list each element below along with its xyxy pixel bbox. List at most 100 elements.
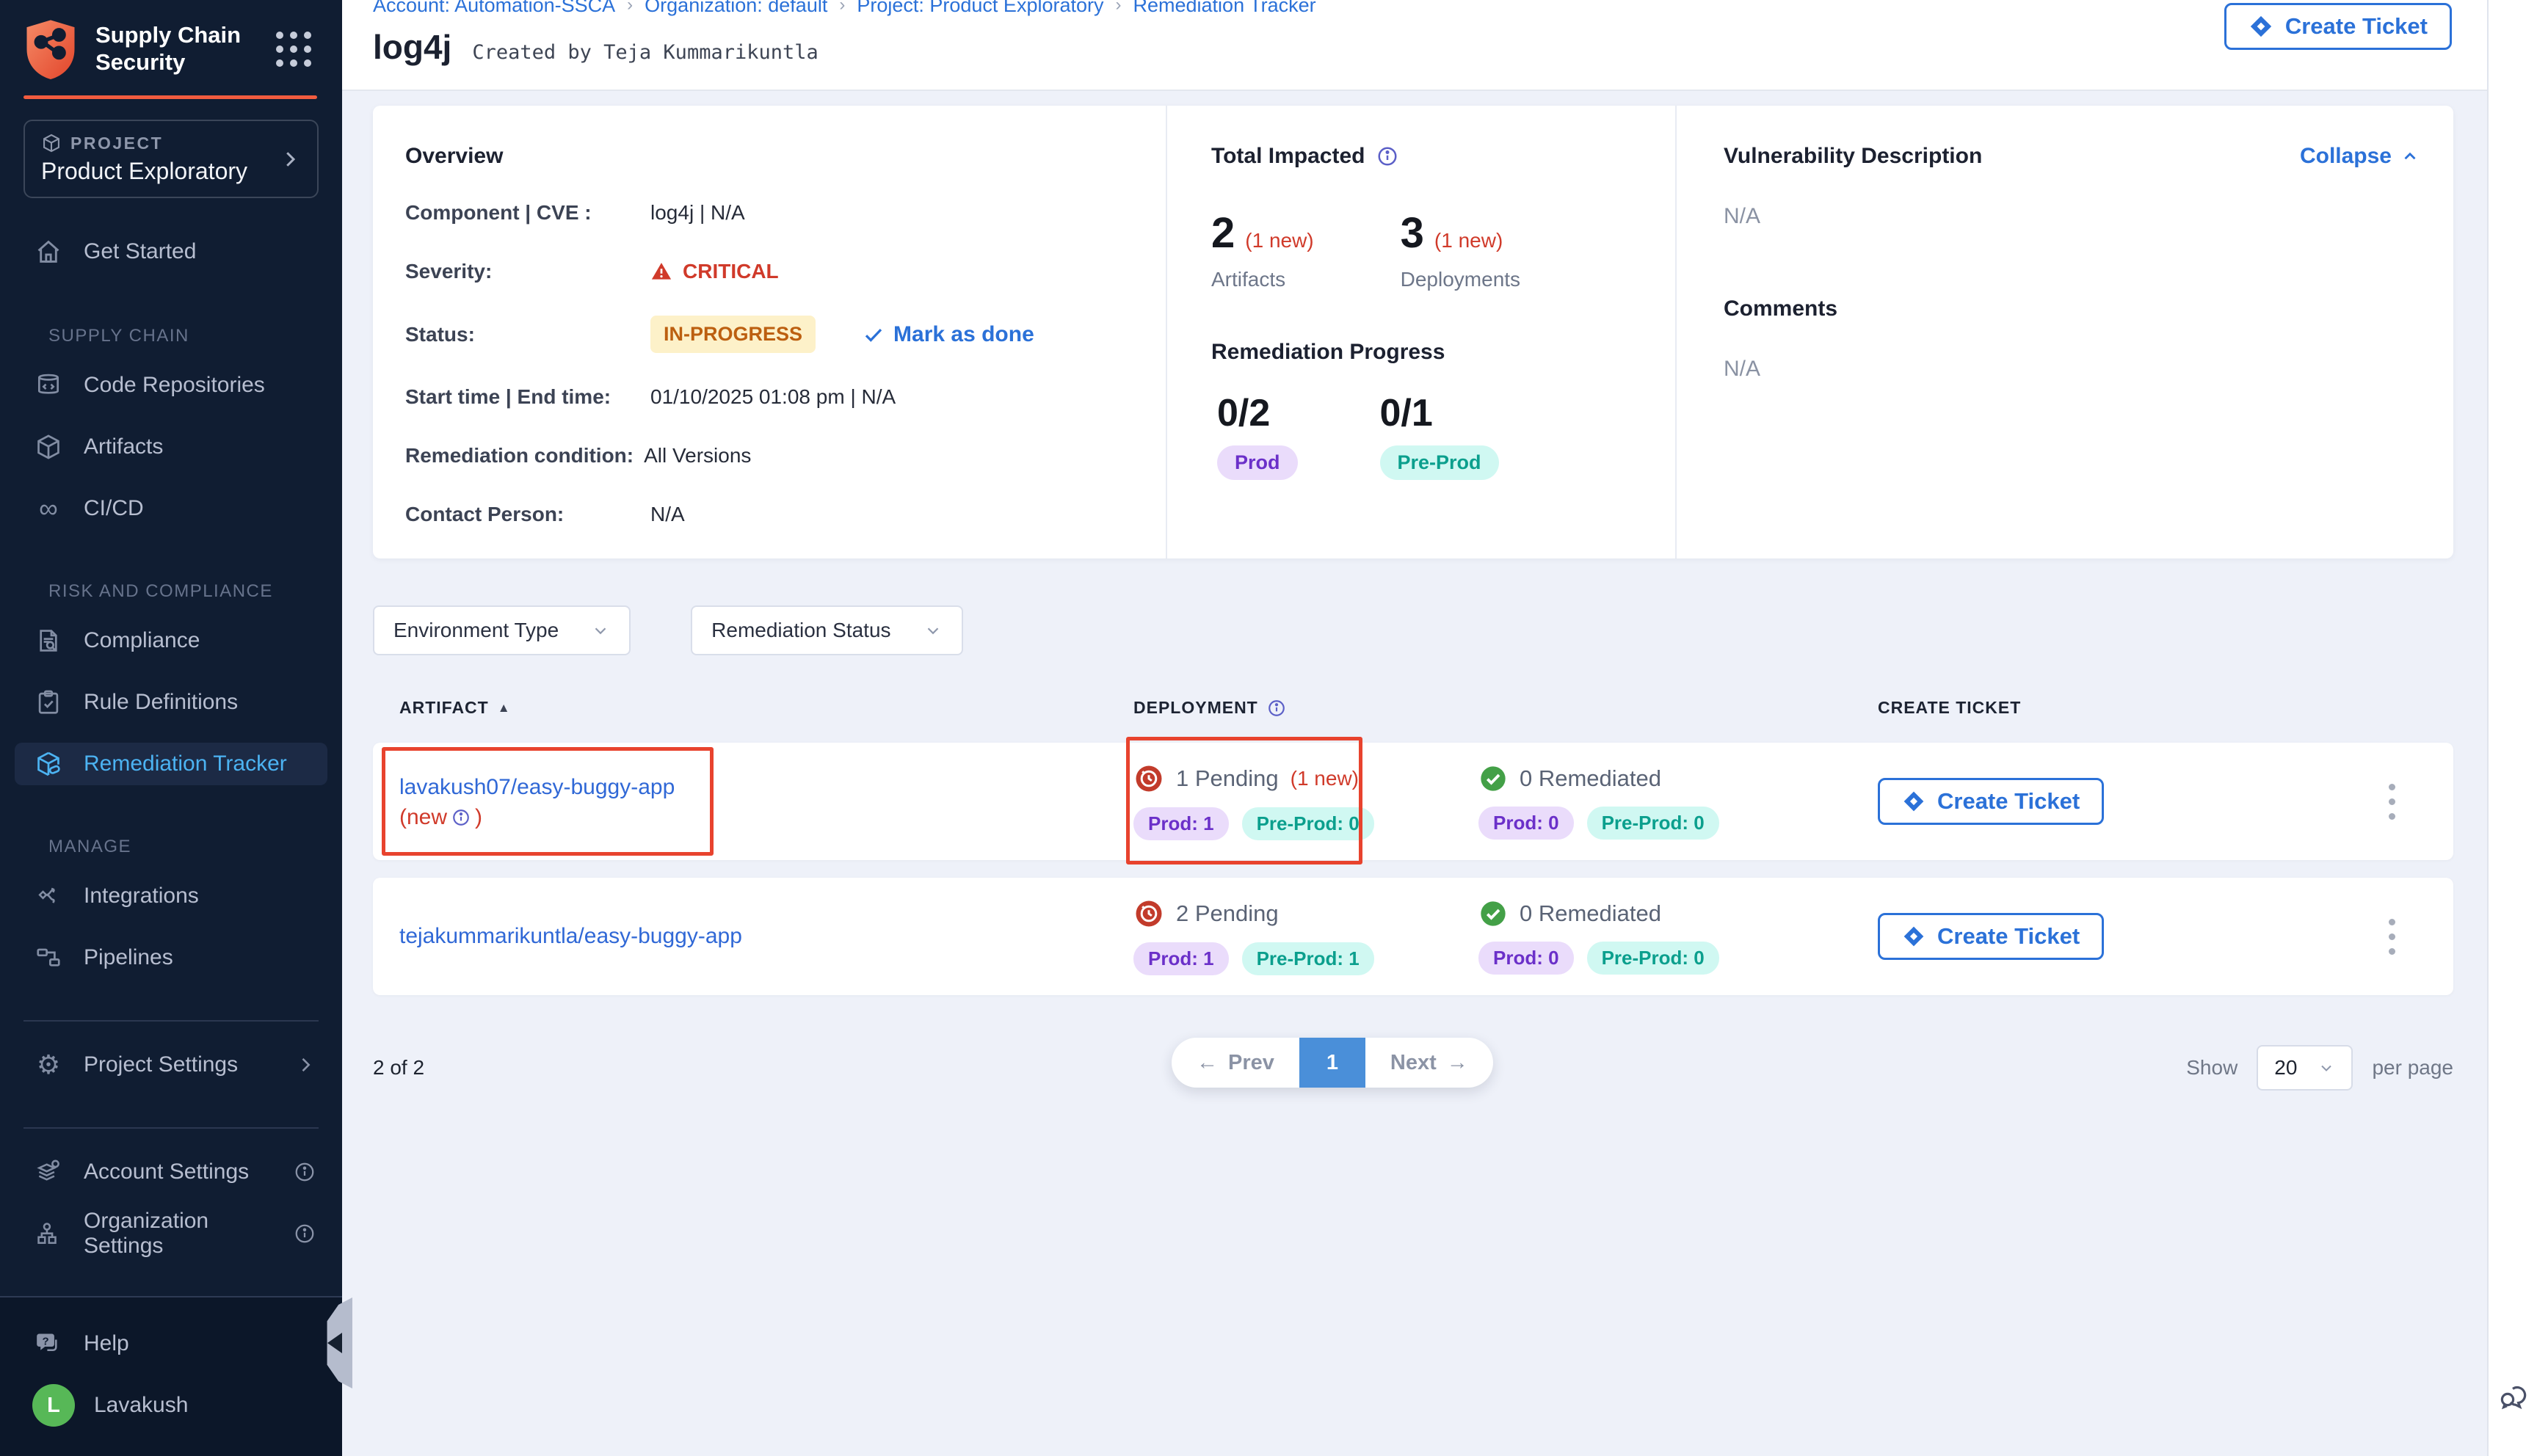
info-icon[interactable] — [451, 808, 471, 827]
impacted-deployments-stat: 3 (1 new) Deployments — [1401, 208, 1520, 291]
app-switcher-grid-icon[interactable] — [276, 32, 311, 67]
severity-label: Severity: — [405, 260, 650, 283]
project-cube-icon — [41, 133, 62, 153]
sidebar-item-get-started[interactable]: Get Started — [15, 230, 327, 273]
pending-count: 1 Pending — [1176, 765, 1279, 792]
vulnerability-description-heading: Vulnerability Description — [1724, 144, 1982, 169]
pager: ← Prev 1 Next → — [1172, 1038, 1493, 1088]
home-icon — [32, 238, 65, 266]
vulnerability-description-value: N/A — [1724, 204, 2420, 229]
create-ticket-button[interactable]: Create Ticket — [1878, 913, 2104, 960]
row-menu-kebab-icon[interactable] — [2389, 784, 2395, 820]
org-hierarchy-gear-icon — [32, 1220, 65, 1248]
sidebar-item-compliance[interactable]: Compliance — [15, 619, 327, 662]
arrow-left-icon: ← — [1197, 1051, 1218, 1075]
project-selector[interactable]: PROJECT Product Exploratory — [23, 120, 319, 198]
create-ticket-label: Create Ticket — [2285, 13, 2428, 40]
pending-new-count: (1 new) — [1291, 767, 1359, 790]
comments-heading: Comments — [1724, 296, 2420, 321]
sidebar-item-integrations[interactable]: Integrations — [15, 875, 327, 917]
prev-page-button[interactable]: ← Prev — [1172, 1038, 1299, 1088]
breadcrumb: Account: Automation-SSCA › Organization:… — [373, 0, 2458, 17]
sidebar-item-pipelines[interactable]: Pipelines — [15, 936, 327, 979]
next-page-button[interactable]: Next → — [1365, 1038, 1493, 1088]
artifact-link[interactable]: tejakummarikuntla/easy-buggy-app — [399, 922, 1133, 952]
sidebar-item-rule-definitions[interactable]: Rule Definitions — [15, 681, 327, 724]
remediated-check-icon — [1478, 899, 1508, 928]
prod-count-badge: Prod: 1 — [1133, 807, 1229, 840]
collapse-link[interactable]: Collapse — [2300, 144, 2420, 169]
breadcrumb-account[interactable]: Account: Automation-SSCA — [373, 0, 615, 17]
overview-heading: Overview — [405, 144, 1136, 169]
sidebar-item-cicd[interactable]: ∞ CI/CD — [15, 487, 327, 530]
right-rail — [2487, 0, 2537, 1456]
clipboard-check-icon — [32, 688, 65, 716]
sidebar-item-artifacts[interactable]: Artifacts — [15, 426, 327, 468]
sidebar-item-label: Rule Definitions — [84, 690, 238, 715]
create-ticket-label: Create Ticket — [1937, 788, 2080, 815]
sidebar-item-label: Integrations — [84, 884, 199, 909]
preprod-count-badge: Pre-Prod: 1 — [1242, 942, 1374, 975]
sidebar-item-account-settings[interactable]: Account Settings — [15, 1151, 327, 1193]
breadcrumb-organization[interactable]: Organization: default — [645, 0, 827, 17]
sidebar-item-label: Code Repositories — [84, 373, 265, 398]
create-ticket-button[interactable]: Create Ticket — [2224, 3, 2452, 50]
info-icon[interactable] — [294, 1161, 316, 1183]
document-search-icon — [32, 627, 65, 655]
page-number-button[interactable]: 1 — [1299, 1038, 1365, 1088]
sidebar-item-help[interactable]: ? Help — [15, 1322, 327, 1365]
environment-type-filter[interactable]: Environment Type — [373, 605, 631, 655]
artifact-header-label: ARTIFACT — [399, 698, 489, 718]
time-value: 01/10/2025 01:08 pm | N/A — [650, 385, 896, 409]
jira-diamond-icon — [2249, 14, 2273, 39]
breadcrumb-current[interactable]: Remediation Tracker — [1133, 0, 1316, 17]
page-header: Account: Automation-SSCA › Organization:… — [342, 0, 2487, 91]
warning-triangle-icon — [650, 261, 672, 283]
sidebar-item-remediation-tracker[interactable]: Remediation Tracker — [15, 743, 327, 785]
sidebar-item-organization-settings[interactable]: Organization Settings — [15, 1212, 327, 1255]
info-icon[interactable] — [294, 1223, 316, 1245]
sidebar-user[interactable]: L Lavakush — [15, 1384, 327, 1427]
user-name: Lavakush — [94, 1393, 188, 1418]
preprod-progress-stat: 0/1 Pre-Prod — [1380, 391, 1499, 480]
row-menu-kebab-icon[interactable] — [2389, 919, 2395, 955]
info-icon[interactable] — [1267, 699, 1286, 718]
pagination-bar: 2 of 2 ← Prev 1 Next → Show 20 — [373, 1038, 2453, 1098]
shield-logo-icon — [22, 18, 79, 81]
deployments-stat-label: Deployments — [1401, 268, 1520, 291]
page-size-select[interactable]: 20 — [2257, 1045, 2353, 1091]
support-chat-icon[interactable] — [2496, 1378, 2531, 1413]
breadcrumb-project[interactable]: Project: Product Exploratory — [857, 0, 1103, 17]
sidebar-divider — [23, 1127, 319, 1129]
table-header: ARTIFACT ▲ DEPLOYMENT CREATE TICKET — [373, 698, 2453, 718]
condition-label: Remediation condition: — [405, 444, 634, 467]
sidebar-item-label: Organization Settings — [84, 1209, 275, 1259]
info-icon[interactable] — [1376, 145, 1398, 167]
chevron-up-icon — [2400, 147, 2420, 166]
remediation-status-filter[interactable]: Remediation Status — [691, 605, 962, 655]
column-header-artifact[interactable]: ARTIFACT ▲ — [399, 698, 1133, 718]
remediated-check-icon — [1478, 764, 1508, 793]
overview-column: Overview Component | CVE : log4j | N/A S… — [373, 106, 1166, 558]
ticket-cell: Create Ticket — [1878, 778, 2348, 825]
artifact-link[interactable]: lavakush07/easy-buggy-app — [399, 773, 1133, 803]
time-label: Start time | End time: — [405, 385, 650, 409]
component-cve-label: Component | CVE : — [405, 201, 650, 225]
mark-as-done-link[interactable]: Mark as done — [863, 322, 1034, 347]
gear-icon: ⚙ — [32, 1052, 65, 1078]
create-ticket-button[interactable]: Create Ticket — [1878, 778, 2104, 825]
condition-value: All Versions — [644, 444, 751, 467]
remediated-cell: 0 Remediated Prod: 0 Pre-Prod: 0 — [1478, 899, 1878, 975]
impact-column: Total Impacted 2 (1 new) Artifacts — [1166, 106, 1675, 558]
per-page-label: per page — [2372, 1056, 2453, 1080]
deployment-cell: 1 Pending (1 new) Prod: 1 Pre-Prod: 0 — [1133, 763, 1478, 840]
pagination-summary: 2 of 2 — [373, 1056, 424, 1080]
sidebar-item-project-settings[interactable]: ⚙ Project Settings — [15, 1044, 327, 1086]
account-layers-gear-icon — [32, 1158, 65, 1186]
section-risk-and-compliance: RISK AND COMPLIANCE — [48, 581, 342, 602]
preprod-pill: Pre-Prod — [1380, 445, 1499, 480]
project-label: PROJECT — [70, 134, 163, 153]
sidebar-item-label: Pipelines — [84, 945, 173, 970]
contact-label: Contact Person: — [405, 503, 650, 526]
sidebar-item-code-repositories[interactable]: Code Repositories — [15, 364, 327, 407]
